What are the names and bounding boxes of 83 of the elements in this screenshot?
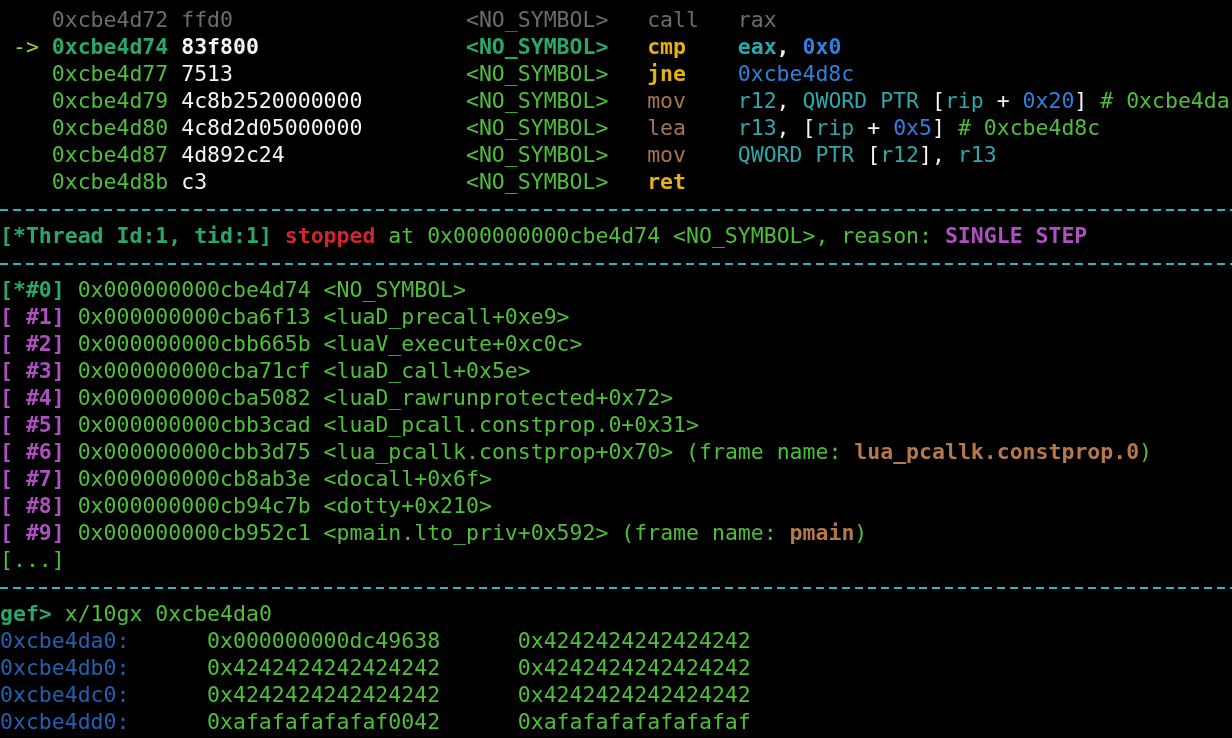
instruction-mnemonic: call	[647, 5, 700, 33]
memory-value: 0x4242424242424242	[517, 653, 751, 681]
opcode-bytes: 83f800	[181, 32, 260, 60]
frame-address: 0x000000000cbb3cad	[77, 410, 311, 438]
frame-index: [ #1]	[0, 302, 65, 330]
frame-name-note: (frame name: lua_pcallk.constprop.0)	[686, 437, 1153, 465]
frame-symbol: <pmain.lto_priv+0x592>	[323, 518, 609, 546]
instruction-address: 0xcbe4d87	[51, 140, 170, 168]
instruction-mnemonic: lea	[647, 113, 687, 141]
memory-value: 0x000000000dc49638	[207, 626, 442, 654]
frame-address: 0x000000000cb94c7b	[77, 491, 311, 519]
symbol-name: <NO_SYMBOL>	[465, 140, 610, 168]
frame-index: [ #2]	[0, 329, 65, 357]
memory-value: 0xafafafafafaf0042	[207, 707, 442, 735]
instruction-address: 0xcbe4d74	[51, 32, 170, 60]
instruction-operands: QWORD PTR [r12], r13	[737, 140, 997, 168]
frame-index: [ #8]	[0, 491, 65, 519]
frame-address: 0x000000000cbe4d74	[77, 275, 311, 303]
instruction-mnemonic: mov	[647, 140, 687, 168]
more-frames: [...]	[0, 545, 65, 573]
instruction-address: 0xcbe4d8b	[51, 167, 170, 195]
frame-index: [ #6]	[0, 437, 65, 465]
memory-address: 0xcbe4db0:	[0, 653, 131, 681]
instruction-operands: r13, [rip + 0x5] # 0xcbe4d8c	[737, 113, 1101, 141]
instruction-mnemonic: cmp	[647, 32, 687, 60]
instruction-address: 0xcbe4d80	[51, 113, 170, 141]
opcode-bytes: 4d892c24	[181, 140, 286, 168]
instruction-address: 0xcbe4d72	[51, 5, 170, 33]
frame-symbol: <NO_SYMBOL>	[323, 275, 466, 303]
frame-symbol: <luaD_call+0x5e>	[323, 356, 531, 384]
frame-address: 0x000000000cba71cf	[77, 356, 311, 384]
frame-index: [*#0]	[0, 275, 65, 303]
frame-symbol: <luaD_rawrunprotected+0x72>	[323, 383, 674, 411]
instruction-operands: rax	[737, 5, 777, 33]
frame-address: 0x000000000cba5082	[77, 383, 311, 411]
frame-address: 0x000000000cbb3d75	[77, 437, 311, 465]
opcode-bytes: ffd0	[181, 5, 234, 33]
instruction-operands: eax, 0x0	[737, 32, 842, 60]
frame-address: 0x000000000cbb665b	[77, 329, 311, 357]
memory-address: 0xcbe4dc0:	[0, 680, 131, 708]
opcode-bytes: 4c8d2d05000000	[181, 113, 364, 141]
frame-name-note: (frame name: pmain)	[621, 518, 868, 546]
frame-address: 0x000000000cb952c1	[77, 518, 311, 546]
symbol-name: <NO_SYMBOL>	[465, 32, 610, 60]
memory-value: 0x4242424242424242	[207, 653, 442, 681]
instruction-operands: r12, QWORD PTR [rip + 0x20] # 0xcbe4da	[737, 86, 1230, 114]
symbol-name: <NO_SYMBOL>	[465, 59, 610, 87]
opcode-bytes: 4c8b2520000000	[181, 86, 364, 114]
frame-index: [ #5]	[0, 410, 65, 438]
instruction-address: 0xcbe4d77	[51, 59, 170, 87]
frame-symbol: <luaV_execute+0xc0c>	[323, 329, 583, 357]
instruction-operands: 0xcbe4d8c	[737, 59, 855, 87]
memory-value: 0x4242424242424242	[517, 680, 751, 708]
opcode-bytes: c3	[181, 167, 209, 195]
frame-address: 0x000000000cba6f13	[77, 302, 311, 330]
instruction-address: 0xcbe4d79	[51, 86, 170, 114]
thread-status-line: [*Thread Id:1, tid:1] stopped at 0x000000000cbe4d74 <NO_SYMBOL>, reason: SINGLE STEP	[0, 221, 1088, 249]
memory-value: 0x4242424242424242	[517, 626, 751, 654]
memory-address: 0xcbe4da0:	[0, 626, 131, 654]
frame-symbol: <luaD_pcall.constprop.0+0x31>	[323, 410, 699, 438]
frame-index: [ #7]	[0, 464, 65, 492]
frame-symbol: <dotty+0x210>	[323, 491, 492, 519]
frame-symbol: <docall+0x6f>	[323, 464, 492, 492]
prompt-label: gef>	[0, 599, 52, 627]
opcode-bytes: 7513	[181, 59, 234, 87]
frame-symbol: <luaD_precall+0xe9>	[323, 302, 570, 330]
command-text: x/10gx 0xcbe4da0	[64, 599, 272, 627]
instruction-mnemonic: mov	[647, 86, 687, 114]
frame-symbol: <lua_pcallk.constprop+0x70>	[323, 437, 674, 465]
instruction-mnemonic: ret	[647, 167, 687, 195]
symbol-name: <NO_SYMBOL>	[465, 113, 610, 141]
frame-index: [ #4]	[0, 383, 65, 411]
instruction-mnemonic: jne	[647, 59, 687, 87]
symbol-name: <NO_SYMBOL>	[465, 5, 610, 33]
memory-value: 0x4242424242424242	[207, 680, 442, 708]
frame-address: 0x000000000cb8ab3e	[77, 464, 311, 492]
frame-index: [ #9]	[0, 518, 65, 546]
memory-address: 0xcbe4dd0:	[0, 707, 131, 735]
memory-value: 0xafafafafafafafaf	[517, 707, 751, 735]
symbol-name: <NO_SYMBOL>	[465, 167, 610, 195]
symbol-name: <NO_SYMBOL>	[465, 86, 610, 114]
pointer-marker: ->	[12, 33, 39, 59]
frame-index: [ #3]	[0, 356, 65, 384]
